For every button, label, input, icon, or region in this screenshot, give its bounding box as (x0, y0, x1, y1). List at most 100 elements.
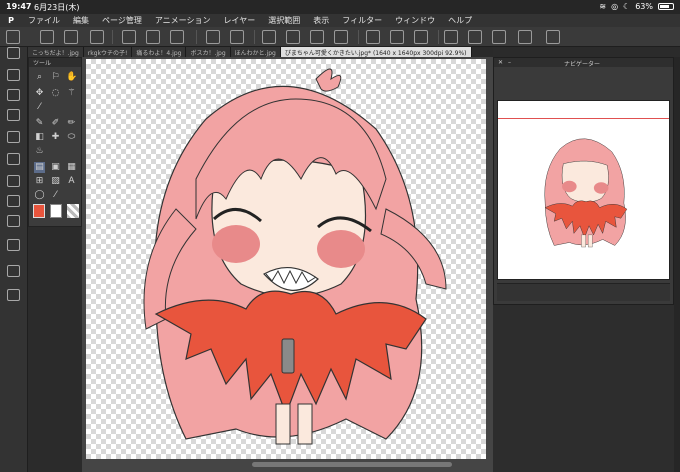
tab-active[interactable]: ぴまちゃん可愛くかきたい.jpg* (1640 x 1640px 300dpi … (280, 47, 472, 57)
text-select-icon[interactable]: ▧ (50, 176, 61, 187)
gallery-icon[interactable] (64, 30, 78, 44)
move-layer-icon[interactable]: ✥ (34, 88, 45, 99)
export-icon[interactable] (170, 30, 184, 44)
tab-4[interactable]: ボスカ！.jpg (186, 47, 231, 57)
menu-view[interactable]: 表示 (307, 15, 336, 26)
main-color-swatch[interactable] (33, 204, 45, 218)
blend-icon[interactable]: ⬭ (66, 132, 77, 143)
minimize-icon[interactable]: – (508, 59, 511, 66)
canvas-area[interactable] (82, 57, 493, 472)
airbrush-icon[interactable]: ♨ (34, 146, 45, 157)
battery-icon (658, 3, 674, 10)
app-logo[interactable]: P (0, 16, 22, 25)
zoom-tool-icon[interactable]: ⌕ (34, 72, 45, 83)
navigator-preview (544, 138, 628, 248)
open-folder-icon[interactable] (146, 30, 160, 44)
redo-icon[interactable] (230, 30, 244, 44)
brush-tool-icon[interactable]: ✏ (66, 118, 77, 129)
frame-icon[interactable]: ⊞ (34, 176, 45, 187)
fill-icon[interactable] (310, 30, 324, 44)
ruler-icon[interactable]: ▦ (66, 162, 77, 173)
hand-tool-icon[interactable]: ✋ (66, 72, 77, 83)
pen-icon[interactable] (468, 30, 482, 44)
camera-icon[interactable] (90, 30, 104, 44)
menu-selection[interactable]: 選択範囲 (262, 15, 307, 26)
move-tool-icon[interactable]: ⚐ (50, 72, 61, 83)
horizontal-scrollbar[interactable] (252, 462, 452, 467)
battery-percent: 63% (635, 2, 653, 11)
sub-color-swatch[interactable] (50, 204, 62, 218)
menu-layer[interactable]: レイヤー (218, 15, 263, 26)
menu-file[interactable]: ファイル (22, 15, 67, 26)
canvas[interactable] (86, 59, 486, 459)
undo-icon[interactable] (206, 30, 220, 44)
text-tool-icon[interactable]: A (66, 176, 77, 187)
leg-right (297, 403, 313, 445)
eyedropper-icon[interactable]: ⁄ (34, 102, 45, 113)
tool-property-icon[interactable] (7, 69, 20, 81)
search-layer-icon[interactable] (7, 289, 20, 301)
wifi-icon: ≋ (599, 2, 607, 11)
sub-view-icon[interactable] (7, 265, 20, 277)
clear-icon[interactable] (286, 30, 300, 44)
figure-icon[interactable]: ▣ (50, 162, 61, 173)
folder-icon[interactable] (7, 239, 20, 251)
fill-tool-icon[interactable]: ✚ (50, 132, 61, 143)
loading-icon[interactable] (262, 30, 276, 44)
tool-panel: ツール ⌕ ⚐ ✋ ✥ ◌ ⚚ ⁄ ✎ ✐ ✏ ◧ ✚ ⬭ ♨ ▤ ▣ ▦ ⊞ … (28, 57, 82, 227)
check-pen-icon[interactable] (444, 30, 458, 44)
empty-panel-area (493, 305, 674, 472)
tool-panel-title: ツール (29, 58, 81, 67)
menu-bar: P ファイル 編集 ページ管理 アニメーション レイヤー 選択範囲 表示 フィル… (0, 14, 680, 27)
lasso-icon[interactable]: ◌ (50, 88, 61, 99)
menu-help[interactable]: ヘルプ (442, 15, 479, 26)
zipper (281, 338, 295, 374)
brush-size-icon[interactable] (7, 89, 20, 101)
navigator-controls[interactable] (497, 283, 670, 301)
balloon-icon[interactable]: ◯ (34, 190, 45, 201)
tab-3[interactable]: 痛るわよ！4.jpg (132, 47, 187, 57)
navigator-thumbnail[interactable] (497, 100, 670, 280)
gradient-tool-icon[interactable]: ▤ (34, 162, 45, 173)
help-icon[interactable] (546, 30, 560, 44)
cheek-left (212, 225, 260, 263)
menu-animation[interactable]: アニメーション (149, 15, 218, 26)
color-icon[interactable] (7, 109, 20, 121)
history-icon[interactable] (7, 195, 20, 207)
select-none-icon[interactable] (366, 30, 380, 44)
new-canvas-icon[interactable] (40, 30, 54, 44)
lock-rotation-icon: ◎ (611, 2, 619, 11)
wand-icon[interactable]: ⚚ (66, 88, 77, 99)
menu-page[interactable]: ページ管理 (96, 15, 149, 26)
navigator-panel: ✕ – ナビゲーター (493, 57, 674, 305)
print-icon[interactable] (122, 30, 136, 44)
pencil-tool-icon[interactable]: ✐ (50, 118, 61, 129)
material-icon[interactable] (7, 175, 20, 187)
menu-filter[interactable]: フィルター (336, 15, 389, 26)
close-icon[interactable]: ✕ (498, 59, 503, 66)
menu-edit[interactable]: 編集 (67, 15, 96, 26)
layer-icon[interactable] (7, 131, 20, 143)
separator (196, 30, 197, 44)
layer-property-icon[interactable] (7, 215, 20, 227)
settings-icon[interactable] (7, 153, 20, 165)
invert-selection-icon[interactable] (390, 30, 404, 44)
brush-icon[interactable] (492, 30, 506, 44)
tab-1[interactable]: こっちだよ！.jpg (28, 47, 84, 57)
transform-icon[interactable] (414, 30, 428, 44)
leg-left (275, 403, 291, 445)
correction-icon[interactable]: ⁄ (50, 190, 61, 201)
eraser-icon[interactable]: ◧ (34, 132, 45, 143)
left-sidebar (0, 47, 28, 472)
right-edge (674, 57, 680, 472)
device-icon[interactable] (518, 30, 532, 44)
pen-tool-icon[interactable]: ✎ (34, 118, 45, 129)
zoom-icon[interactable] (7, 47, 20, 59)
tab-2[interactable]: rkgkウチの子! (83, 47, 133, 57)
cheek-right (317, 230, 365, 268)
tab-5[interactable]: ほんわかと.jpg (230, 47, 281, 57)
transparent-color-swatch[interactable] (67, 204, 79, 218)
menu-window[interactable]: ウィンドウ (389, 15, 442, 26)
menu-icon[interactable] (6, 30, 20, 44)
grid-icon[interactable] (334, 30, 348, 44)
